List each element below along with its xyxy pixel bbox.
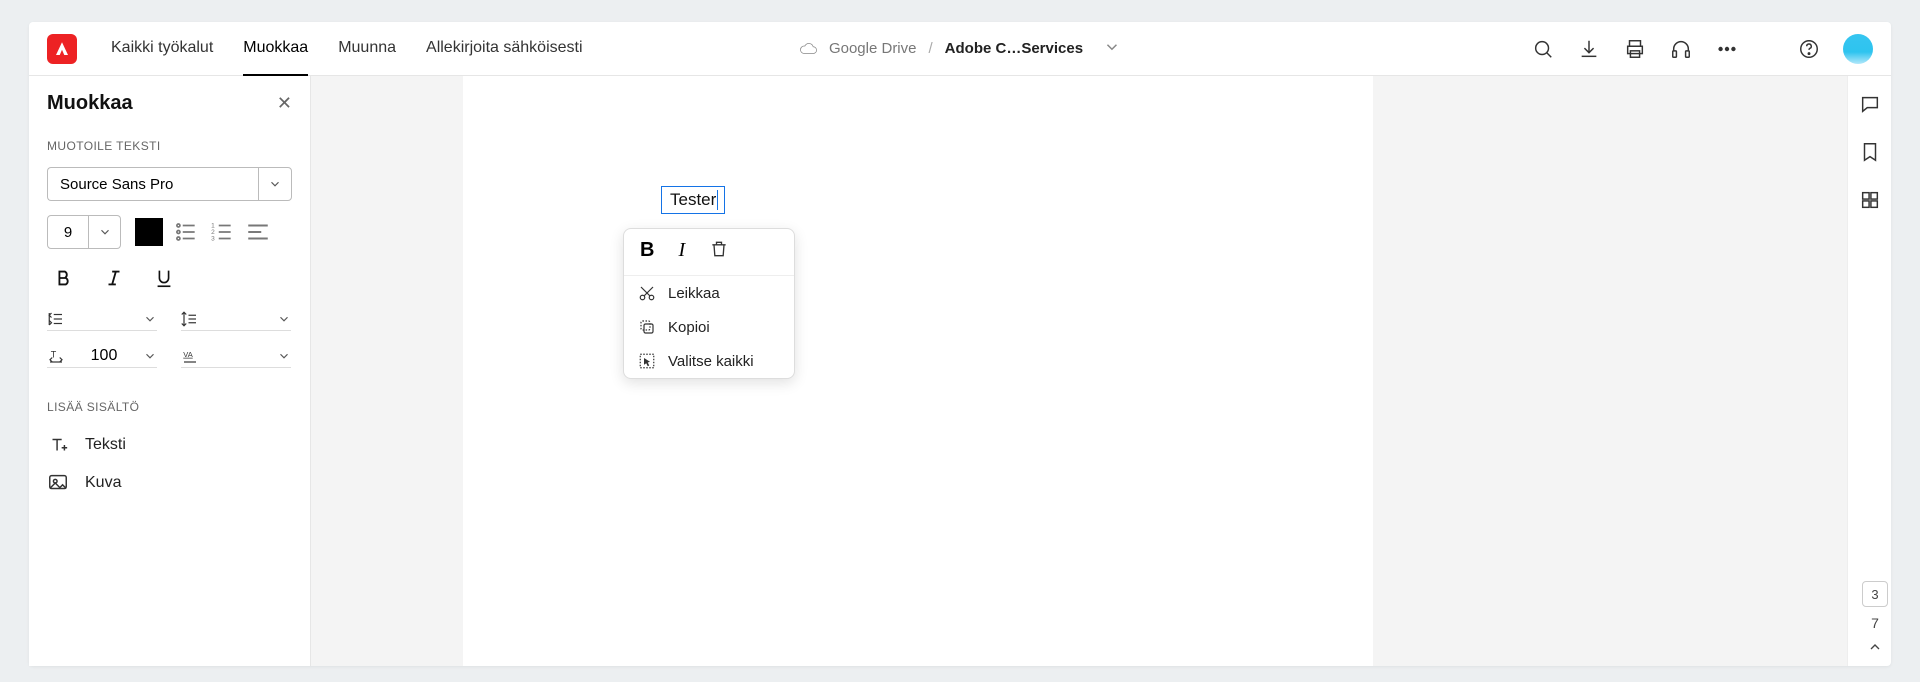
font-family-chevron[interactable] bbox=[258, 167, 292, 201]
italic-button[interactable] bbox=[103, 267, 125, 294]
add-text-button[interactable]: Teksti bbox=[47, 434, 292, 456]
main-nav: Kaikki työkalut Muokkaa Muunna Allekirjo… bbox=[111, 21, 583, 77]
format-text-header: MUOTOILE TEKSTI bbox=[47, 139, 292, 153]
chevron-down-icon[interactable] bbox=[1103, 38, 1121, 60]
ctx-bold-button[interactable]: B bbox=[640, 239, 654, 265]
numbered-list-icon[interactable]: 123 bbox=[209, 219, 235, 245]
close-icon[interactable]: ✕ bbox=[277, 93, 292, 114]
ctx-select-all[interactable]: Valitse kaikki bbox=[624, 344, 794, 378]
add-image-label: Kuva bbox=[85, 474, 121, 492]
top-icons bbox=[1531, 34, 1873, 64]
cloud-icon bbox=[799, 40, 817, 58]
comments-panel-icon[interactable] bbox=[1858, 92, 1882, 116]
ctx-delete-button[interactable] bbox=[709, 239, 729, 265]
character-spacing-select[interactable]: VA bbox=[181, 345, 291, 368]
page-up-icon[interactable] bbox=[1867, 639, 1883, 660]
svg-text:3: 3 bbox=[211, 236, 215, 243]
font-size-chevron[interactable] bbox=[89, 215, 121, 249]
text-color-swatch[interactable] bbox=[135, 218, 163, 246]
ctx-copy-label: Kopioi bbox=[668, 319, 710, 336]
page-total: 7 bbox=[1871, 615, 1879, 631]
sidebar-title: Muokkaa bbox=[47, 92, 133, 115]
bold-button[interactable] bbox=[53, 267, 75, 294]
nav-edit[interactable]: Muokkaa bbox=[243, 21, 308, 77]
nav-sign[interactable]: Allekirjoita sähköisesti bbox=[426, 21, 583, 77]
font-family-select[interactable]: Source Sans Pro bbox=[47, 167, 258, 201]
bullet-list-icon[interactable] bbox=[173, 219, 199, 245]
document-area: A Tester B I Leikkaa bbox=[311, 76, 1847, 666]
page-navigator: 3 7 bbox=[1859, 581, 1891, 666]
line-spacing-select[interactable] bbox=[47, 308, 157, 331]
selected-text-box[interactable]: Tester bbox=[661, 186, 725, 214]
insert-content-header: LISÄÄ SISÄLTÖ bbox=[47, 400, 292, 414]
ctx-select-all-label: Valitse kaikki bbox=[668, 353, 754, 370]
ctx-italic-button[interactable]: I bbox=[678, 239, 685, 265]
thumbnails-panel-icon[interactable] bbox=[1858, 188, 1882, 212]
ctx-cut-label: Leikkaa bbox=[668, 285, 720, 302]
paragraph-spacing-select[interactable] bbox=[181, 308, 291, 331]
add-image-button[interactable]: Kuva bbox=[47, 472, 292, 494]
headphones-icon[interactable] bbox=[1669, 37, 1693, 61]
context-menu: B I Leikkaa Kopioi Valitse kaikki bbox=[623, 228, 795, 379]
avatar[interactable] bbox=[1843, 34, 1873, 64]
page-current-input[interactable]: 3 bbox=[1862, 581, 1888, 607]
search-icon[interactable] bbox=[1531, 37, 1555, 61]
help-icon[interactable] bbox=[1797, 37, 1821, 61]
ctx-cut[interactable]: Leikkaa bbox=[624, 276, 794, 310]
add-text-label: Teksti bbox=[85, 436, 126, 454]
nav-convert[interactable]: Muunna bbox=[338, 21, 396, 77]
nav-all-tools[interactable]: Kaikki työkalut bbox=[111, 21, 213, 77]
align-icon[interactable] bbox=[245, 219, 271, 245]
breadcrumb[interactable]: Google Drive / Adobe C…Services bbox=[799, 38, 1121, 60]
print-icon[interactable] bbox=[1623, 37, 1647, 61]
crumb-document: Adobe C…Services bbox=[945, 40, 1083, 57]
bookmark-panel-icon[interactable] bbox=[1858, 140, 1882, 164]
svg-text:VA: VA bbox=[183, 350, 192, 359]
edit-sidebar: Muokkaa ✕ MUOTOILE TEKSTI Source Sans Pr… bbox=[29, 76, 311, 666]
more-icon[interactable] bbox=[1715, 37, 1739, 61]
crumb-sep: / bbox=[928, 40, 932, 57]
download-icon[interactable] bbox=[1577, 37, 1601, 61]
horizontal-scale-select[interactable]: T 100 bbox=[47, 345, 157, 368]
crumb-source: Google Drive bbox=[829, 40, 917, 57]
font-size-input[interactable]: 9 bbox=[47, 215, 89, 249]
underline-button[interactable] bbox=[153, 267, 175, 294]
document-page[interactable]: Tester B I Leikkaa Kopioi bbox=[463, 76, 1373, 666]
right-rail: 3 7 bbox=[1847, 76, 1891, 666]
top-bar: Kaikki työkalut Muokkaa Muunna Allekirjo… bbox=[29, 22, 1891, 76]
acrobat-logo bbox=[47, 34, 77, 64]
horizontal-scale-value: 100 bbox=[91, 347, 118, 365]
ctx-copy[interactable]: Kopioi bbox=[624, 310, 794, 344]
